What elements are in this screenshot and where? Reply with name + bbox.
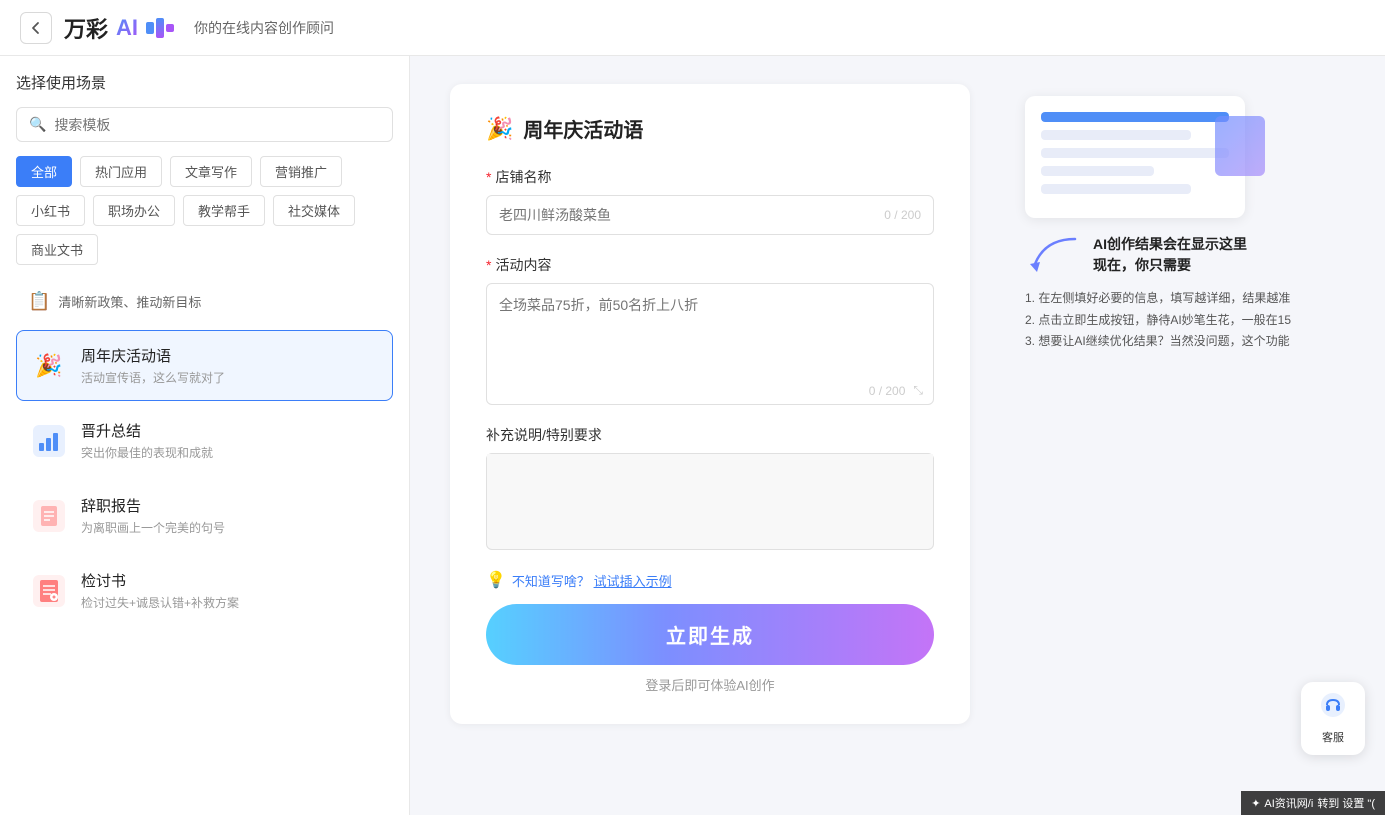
store-name-input[interactable] [499,196,884,234]
ai-watermark: ✦ AI资讯网/i 转到 设置 "( [1241,791,1385,815]
tag-office[interactable]: 职场办公 [93,195,175,226]
anniversary-desc: 活动宣传语，这么写就对了 [81,369,225,386]
annotation-title: AI创作结果会在显示这里 现在，你只需要 [1093,234,1247,276]
anniversary-icon: 🎉 [29,346,69,386]
tag-marketing[interactable]: 营销推广 [260,156,342,187]
back-button[interactable] [20,12,52,44]
cs-icon [1320,692,1346,725]
store-name-char-count: 0 / 200 [884,208,921,222]
promo-icon: 📋 [28,291,50,312]
sidebar: 选择使用场景 🔍 全部 热门应用 文章写作 营销推广 小红书 职场办公 教学帮手… [0,56,410,815]
illus-line-5 [1041,184,1191,194]
header-subtitle: 你的在线内容创作顾问 [194,18,334,38]
hint-row[interactable]: 💡 不知道写啥？ 试试插入示例 [486,570,934,590]
promo-item: 📋 清晰新政策、推动新目标 [16,281,393,322]
steps-text: 1. 在左侧填好必要的信息，填写越详细，结果越准 2. 点击立即生成按钮，静待A… [1025,288,1325,353]
field-activity-content: * 活动内容 0 / 200 ⤡ [486,255,934,405]
generate-button[interactable]: 立即生成 [486,604,934,665]
tag-business[interactable]: 商业文书 [16,234,98,265]
customer-service-button[interactable]: 客服 [1301,682,1365,755]
form-card: 🎉 周年庆活动语 * 店铺名称 0 / 200 * [450,84,970,724]
required-mark: * [486,169,491,185]
watermark-text: AI资讯网/i [1264,795,1313,811]
activity-textarea[interactable] [487,284,933,374]
cs-label: 客服 [1322,729,1344,745]
resignation-title: 辞职报告 [81,495,225,516]
logo-icon [146,18,174,38]
arrow-annotation: AI创作结果会在显示这里 现在，你只需要 [1025,234,1325,276]
tag-social[interactable]: 社交媒体 [273,195,355,226]
main-layout: 选择使用场景 🔍 全部 热门应用 文章写作 营销推广 小红书 职场办公 教学帮手… [0,56,1385,815]
anniversary-title: 周年庆活动语 [81,345,225,366]
list-item-promotion[interactable]: 晋升总结 突出你最佳的表现和成就 [16,405,393,476]
supplement-textarea[interactable] [487,454,933,544]
field-store-name: * 店铺名称 0 / 200 [486,167,934,235]
illus-decorative-block [1215,116,1265,176]
category-tags: 全部 热门应用 文章写作 营销推广 小红书 职场办公 教学帮手 社交媒体 商业文… [16,156,393,265]
search-icon: 🔍 [29,116,46,133]
hint-text: 不知道写啥？ 试试插入示例 [512,571,672,590]
header: 万彩 AI 你的在线内容创作顾问 [0,0,1385,56]
illus-line-3 [1041,148,1229,158]
activity-label: * 活动内容 [486,255,934,275]
tag-all[interactable]: 全部 [16,156,72,187]
sidebar-title: 选择使用场景 [16,72,393,93]
search-box[interactable]: 🔍 [16,107,393,142]
review-icon [29,571,69,611]
illus-line-1 [1041,112,1229,122]
logo: 万彩 AI [64,12,174,44]
promotion-title: 晋升总结 [81,420,213,441]
promotion-icon [29,421,69,461]
tag-hot[interactable]: 热门应用 [80,156,162,187]
form-title: 周年庆活动语 [523,114,643,143]
watermark-icon: ✦ [1251,797,1260,810]
form-title-icon: 🎉 [486,116,513,142]
review-desc: 检讨过失+诚恳认错+补救方案 [81,594,239,611]
list-item-anniversary[interactable]: 🎉 周年庆活动语 活动宣传语，这么写就对了 [16,330,393,401]
store-name-label: * 店铺名称 [486,167,934,187]
tag-xiaohongshu[interactable]: 小红书 [16,195,85,226]
supplement-label: 补充说明/特别要求 [486,425,934,445]
logo-text: 万彩 [64,12,108,44]
supplement-textarea-wrapper [486,453,934,550]
promo-text: 清晰新政策、推动新目标 [58,292,201,311]
illustration-card [1025,96,1245,218]
illustration-area: AI创作结果会在显示这里 现在，你只需要 1. 在左侧填好必要的信息，填写越详细… [1025,96,1325,353]
login-hint: 登录后即可体验AI创作 [486,675,934,694]
review-title: 检讨书 [81,570,239,591]
list-item-review[interactable]: 检讨书 检讨过失+诚恳认错+补救方案 [16,555,393,626]
resignation-desc: 为离职画上一个完美的句号 [81,519,225,536]
illus-line-4 [1041,166,1154,176]
watermark-suffix: 转到 设置 "( [1317,795,1375,811]
activity-char-count: 0 / 200 [869,384,906,398]
resignation-icon [29,496,69,536]
store-name-input-wrapper: 0 / 200 [486,195,934,235]
field-supplement: 补充说明/特别要求 [486,425,934,550]
tag-teaching[interactable]: 教学帮手 [183,195,265,226]
hint-icon: 💡 [486,570,506,590]
promotion-desc: 突出你最佳的表现和成就 [81,444,213,461]
search-input[interactable] [54,117,380,133]
illus-line-2 [1041,130,1191,140]
tag-article[interactable]: 文章写作 [170,156,252,187]
form-header: 🎉 周年庆活动语 [486,114,934,143]
resize-icon: ⤡ [913,383,923,398]
list-item-resignation[interactable]: 辞职报告 为离职画上一个完美的句号 [16,480,393,551]
arrow-icon [1025,234,1085,274]
content-area: 🎉 周年庆活动语 * 店铺名称 0 / 200 * [410,56,1385,815]
logo-ai-text: AI [116,15,138,41]
activity-textarea-wrapper: 0 / 200 ⤡ [486,283,934,405]
